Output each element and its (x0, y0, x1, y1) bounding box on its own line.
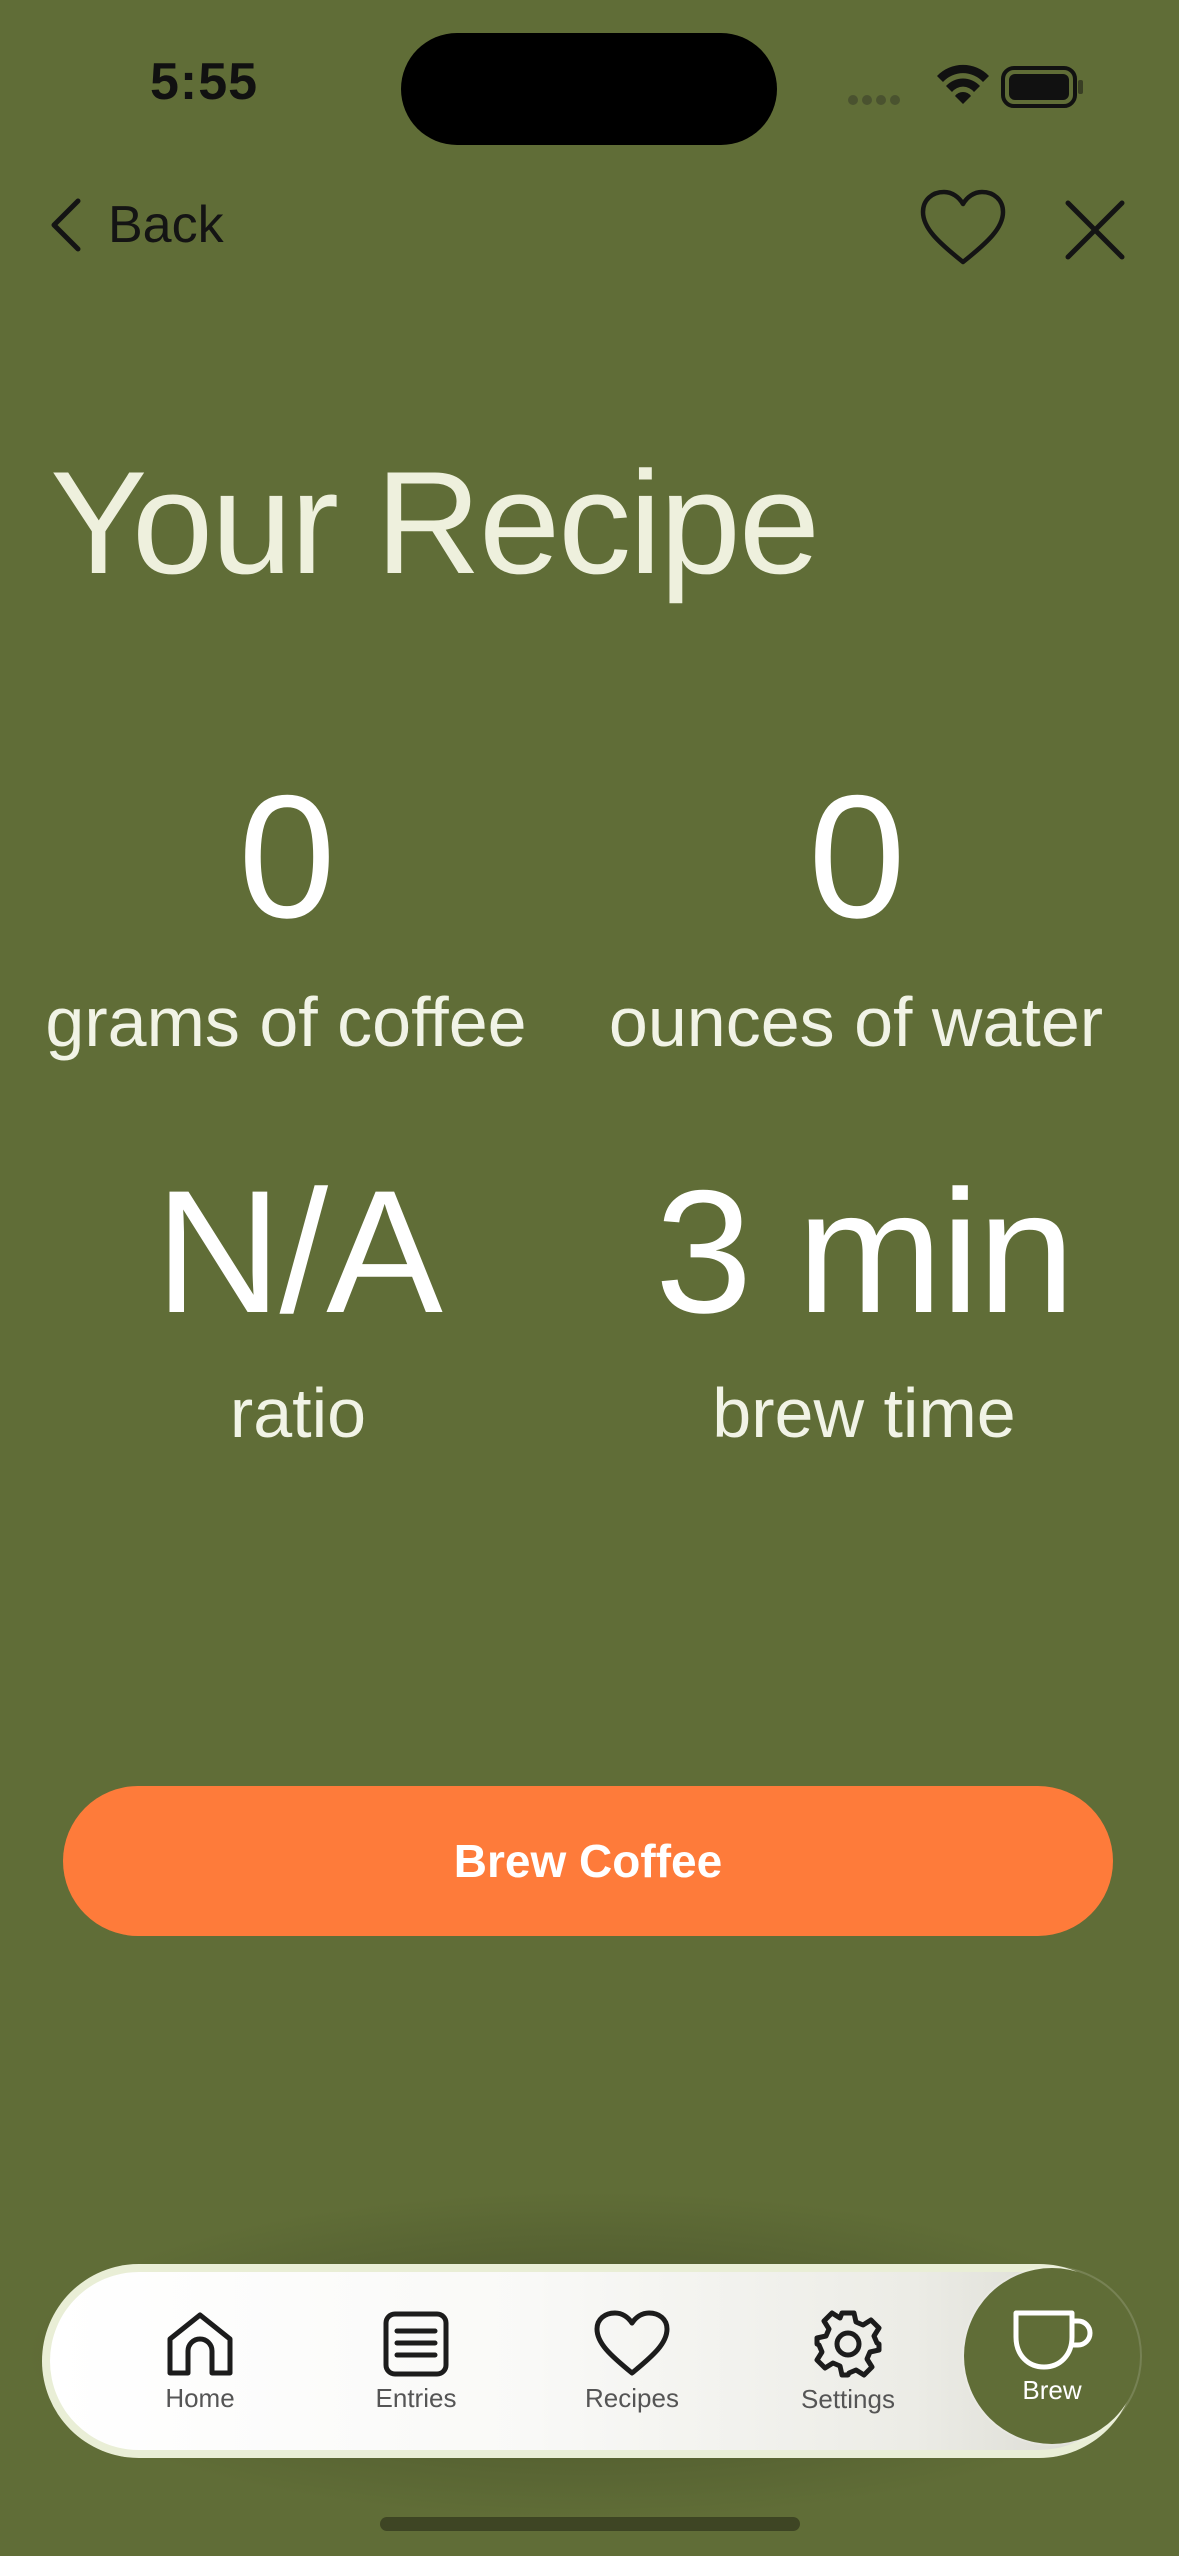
heart-outline-icon (920, 189, 1006, 265)
water-ounces-value: 0 (808, 760, 905, 955)
tab-settings[interactable]: Settings (758, 2272, 938, 2450)
battery-icon (1001, 66, 1083, 108)
tab-settings-label: Settings (801, 2383, 895, 2414)
tab-brew[interactable]: Brew (964, 2268, 1140, 2444)
stat-coffee-grams: 0 grams of coffee (6, 770, 566, 1057)
tab-recipes[interactable]: Recipes (542, 2272, 722, 2450)
brew-time-value: 3 min (655, 1155, 1075, 1350)
stat-brew-time: 3 min brew time (584, 1165, 1144, 1448)
house-icon (167, 2312, 233, 2375)
close-x-icon (1065, 200, 1125, 260)
wifi-icon (937, 64, 989, 104)
stat-ratio: N/A ratio (18, 1165, 578, 1448)
cellular-signal-icon (848, 95, 900, 105)
tab-recipes-label: Recipes (585, 2382, 679, 2413)
gear-icon (814, 2310, 882, 2377)
tab-entries[interactable]: Entries (326, 2272, 506, 2450)
tab-bar: Home Entries Recipes Settings Brew (42, 2264, 1140, 2458)
ratio-caption: ratio (229, 1374, 367, 1452)
page-title: Your Recipe (50, 441, 820, 604)
brew-coffee-button[interactable]: Brew Coffee (63, 1786, 1113, 1936)
dynamic-island (401, 33, 777, 145)
tab-bar-inner: Home Entries Recipes Settings Brew (50, 2268, 1140, 2450)
recipe-screen: 5:55 Back Your Recipe 0 grams of coffee … (0, 0, 1179, 2556)
favorite-button[interactable] (918, 188, 1008, 268)
close-button[interactable] (1060, 195, 1130, 265)
heart-icon (594, 2310, 670, 2375)
coffee-cup-icon (1013, 2310, 1093, 2369)
back-label: Back (108, 196, 224, 254)
stat-water-ounces: 0 ounces of water (576, 770, 1136, 1057)
status-icons (848, 64, 1083, 108)
water-ounces-caption: ounces of water (608, 983, 1104, 1061)
coffee-grams-value: 0 (238, 760, 335, 955)
tab-entries-label: Entries (375, 2382, 457, 2413)
ratio-value: N/A (155, 1155, 443, 1350)
brew-time-caption: brew time (712, 1374, 1016, 1452)
tab-brew-label: Brew (1022, 2374, 1082, 2405)
back-button[interactable]: Back (48, 190, 224, 260)
chevron-left-icon (51, 198, 81, 252)
coffee-grams-caption: grams of coffee (45, 983, 527, 1061)
list-document-icon (383, 2311, 449, 2376)
tab-home[interactable]: Home (110, 2272, 290, 2450)
home-indicator[interactable] (380, 2517, 800, 2531)
status-time: 5:55 (150, 53, 259, 111)
tab-home-label: Home (165, 2382, 235, 2413)
